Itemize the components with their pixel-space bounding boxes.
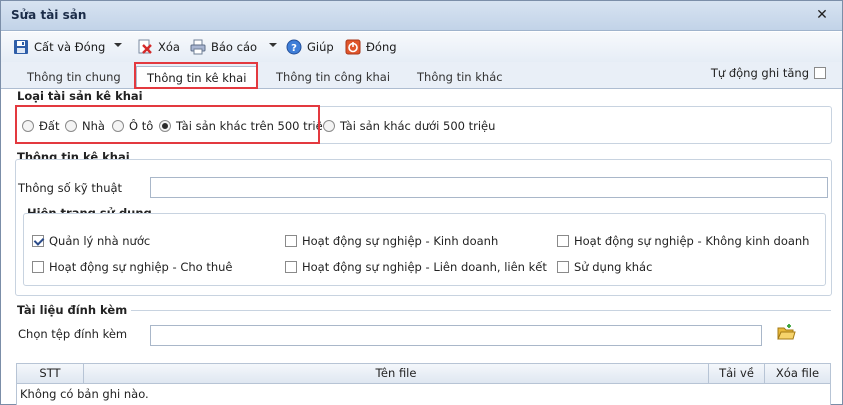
close-label: Đóng xyxy=(366,40,397,54)
report-label: Báo cáo xyxy=(211,40,258,54)
power-icon xyxy=(345,39,361,55)
usage-other-checkbox[interactable] xyxy=(557,261,569,273)
delete-icon xyxy=(137,39,153,55)
column-header-file-name[interactable]: Tên file xyxy=(84,364,709,383)
edit-asset-dialog: Sửa tài sản ✕ Cất và Đóng Xóa Báo cáo ? … xyxy=(0,0,843,405)
spec-label: Thông số kỹ thuật xyxy=(18,181,123,195)
radio-other-below-500-label: Tài sản khác dưới 500 triệu xyxy=(340,119,496,133)
printer-icon xyxy=(190,39,206,55)
close-button[interactable]: Đóng xyxy=(345,38,397,56)
radio-car-label: Ô tô xyxy=(129,119,154,133)
close-icon[interactable]: ✕ xyxy=(814,7,830,23)
usage-business-label: Hoạt động sự nghiệp - Kinh doanh xyxy=(302,234,499,248)
column-header-stt[interactable]: STT xyxy=(17,364,84,383)
radio-other-above-500[interactable]: Tài sản khác trên 500 triệu xyxy=(159,119,330,133)
help-label: Giúp xyxy=(307,40,334,54)
help-button[interactable]: ? Giúp xyxy=(286,38,334,56)
auto-increase-toggle[interactable]: Tự động ghi tăng xyxy=(711,66,826,80)
attachments-grid-body: Không có bản ghi nào. xyxy=(16,384,831,405)
tab-public-info[interactable]: Thông tin công khai xyxy=(266,66,400,88)
title-bar: Sửa tài sản ✕ xyxy=(1,1,842,31)
report-dropdown-arrow[interactable] xyxy=(269,43,277,47)
radio-car-button[interactable] xyxy=(112,120,124,132)
save-close-label: Cất và Đóng xyxy=(34,40,106,54)
svg-text:?: ? xyxy=(291,43,297,54)
radio-car[interactable]: Ô tô xyxy=(112,119,153,133)
usage-non-business-checkbox[interactable] xyxy=(557,235,569,247)
save-close-dropdown-arrow[interactable] xyxy=(114,43,122,47)
usage-business[interactable]: Hoạt động sự nghiệp - Kinh doanh xyxy=(285,234,498,248)
tab-other-info[interactable]: Thông tin khác xyxy=(407,66,513,88)
help-icon: ? xyxy=(286,39,302,55)
column-header-delete[interactable]: Xóa file xyxy=(765,364,830,383)
radio-land-button[interactable] xyxy=(22,120,34,132)
attachments-divider xyxy=(131,310,831,311)
usage-lease-checkbox[interactable] xyxy=(32,261,44,273)
choose-file-input[interactable] xyxy=(150,325,762,346)
save-close-button[interactable]: Cất và Đóng xyxy=(13,38,105,56)
delete-label: Xóa xyxy=(158,40,180,54)
usage-business-checkbox[interactable] xyxy=(285,235,297,247)
delete-button[interactable]: Xóa xyxy=(137,38,180,56)
usage-joint-venture-label: Hoạt động sự nghiệp - Liên doanh, liên k… xyxy=(302,260,547,274)
usage-non-business[interactable]: Hoạt động sự nghiệp - Không kinh doanh xyxy=(557,234,809,248)
usage-other-label: Sử dụng khác xyxy=(574,260,653,274)
usage-state-management-checkbox[interactable] xyxy=(32,235,44,247)
radio-other-above-500-label: Tài sản khác trên 500 triệu xyxy=(176,119,330,133)
usage-group xyxy=(23,213,826,286)
radio-house[interactable]: Nhà xyxy=(65,119,105,133)
radio-other-below-500[interactable]: Tài sản khác dưới 500 triệu xyxy=(323,119,495,133)
usage-state-management[interactable]: Quản lý nhà nước xyxy=(32,234,150,248)
column-header-download[interactable]: Tải về xyxy=(709,364,765,383)
window-title: Sửa tài sản xyxy=(11,8,87,22)
asset-type-title: Loại tài sản kê khai xyxy=(17,89,143,103)
usage-other[interactable]: Sử dụng khác xyxy=(557,260,652,274)
attachments-grid-header: STT Tên file Tải về Xóa file xyxy=(16,363,831,384)
usage-non-business-label: Hoạt động sự nghiệp - Không kinh doanh xyxy=(574,234,810,248)
auto-increase-label: Tự động ghi tăng xyxy=(710,66,809,80)
attachments-title: Tài liệu đính kèm xyxy=(17,303,128,317)
usage-lease-label: Hoạt động sự nghiệp - Cho thuê xyxy=(49,260,233,274)
report-button[interactable]: Báo cáo xyxy=(190,38,257,56)
tab-general-info[interactable]: Thông tin chung xyxy=(17,66,131,88)
save-icon xyxy=(13,39,29,55)
open-folder-icon[interactable] xyxy=(776,323,796,343)
usage-state-management-label: Quản lý nhà nước xyxy=(49,234,151,248)
radio-other-above-500-button[interactable] xyxy=(159,120,171,132)
spec-input[interactable] xyxy=(150,177,828,198)
radio-house-label: Nhà xyxy=(82,119,105,133)
usage-joint-venture[interactable]: Hoạt động sự nghiệp - Liên doanh, liên k… xyxy=(285,260,547,274)
usage-joint-venture-checkbox[interactable] xyxy=(285,261,297,273)
radio-land-label: Đất xyxy=(39,119,60,133)
toolbar: Cất và Đóng Xóa Báo cáo ? Giúp Đóng xyxy=(1,32,842,62)
usage-lease[interactable]: Hoạt động sự nghiệp - Cho thuê xyxy=(32,260,233,274)
choose-file-label: Chọn tệp đính kèm xyxy=(18,327,128,341)
empty-grid-message: Không có bản ghi nào. xyxy=(20,387,149,401)
radio-land[interactable]: Đất xyxy=(22,119,59,133)
radio-house-button[interactable] xyxy=(65,120,77,132)
radio-other-below-500-button[interactable] xyxy=(323,120,335,132)
tab-declaration-info[interactable]: Thông tin kê khai xyxy=(136,66,258,88)
auto-increase-checkbox[interactable] xyxy=(814,67,826,79)
